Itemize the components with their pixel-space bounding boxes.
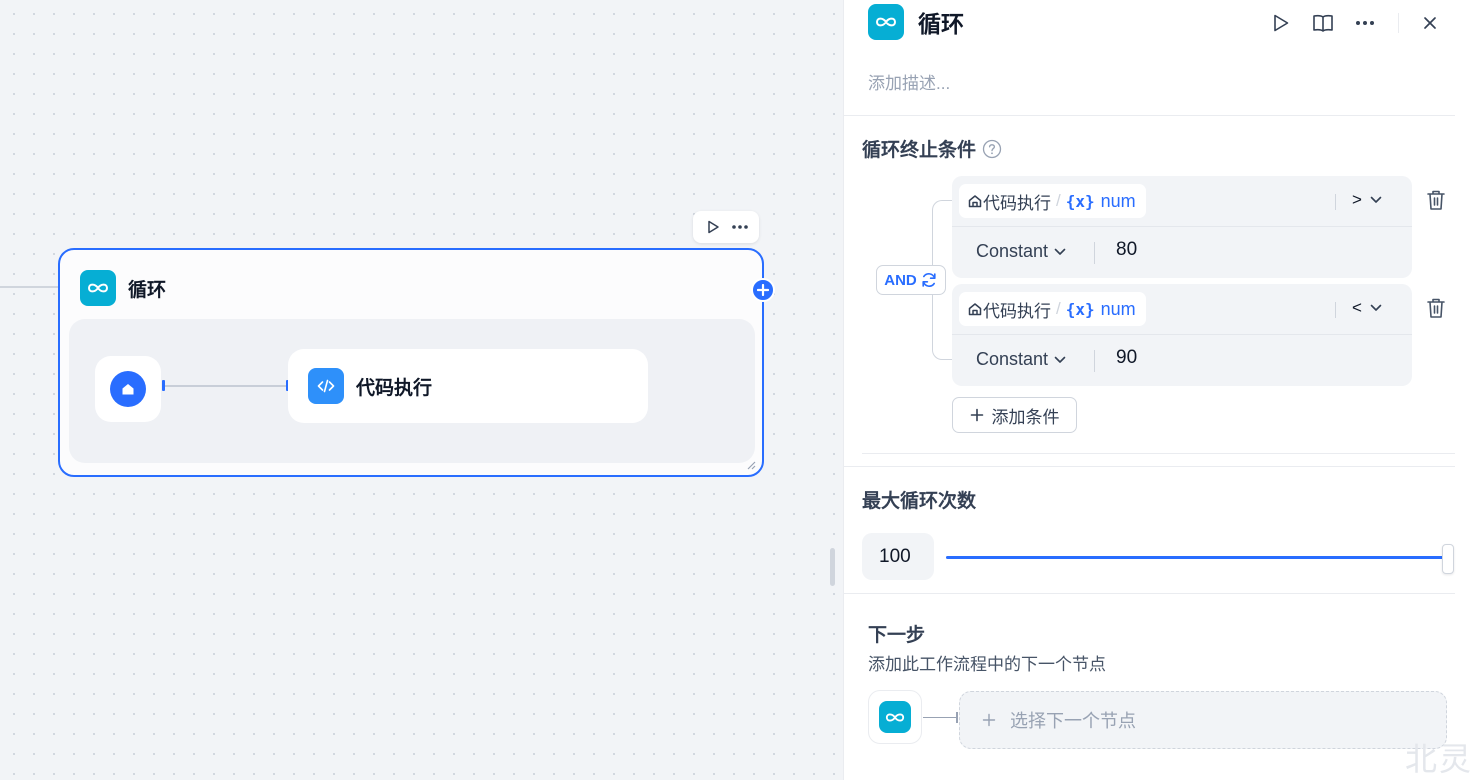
docs-book-icon[interactable]	[1310, 10, 1336, 36]
chevron-down-icon	[1054, 248, 1066, 256]
delete-condition-trash-icon[interactable]	[1425, 296, 1447, 320]
edge-source-handle[interactable]	[162, 380, 165, 391]
variable-selector[interactable]: 代码执行 / {x} num	[959, 292, 1146, 326]
incoming-edge	[0, 286, 60, 288]
value-type-select[interactable]: Constant	[976, 349, 1066, 370]
logic-operator-toggle[interactable]: AND	[876, 265, 946, 295]
chevron-down-icon	[1370, 196, 1382, 204]
operator-select[interactable]: >	[1352, 190, 1382, 210]
loop-node-title: 循环	[128, 279, 167, 301]
variable-type-icon: {x}	[1065, 299, 1095, 319]
code-exec-node[interactable]: 代码执行	[288, 349, 648, 423]
path-separator: /	[1056, 299, 1061, 318]
panel-resize-handle[interactable]	[830, 548, 835, 586]
close-icon[interactable]	[1417, 10, 1443, 36]
conditions-section-title: 循环终止条件	[862, 135, 1002, 162]
chevron-down-icon	[1370, 304, 1382, 312]
value-type-label: Constant	[976, 241, 1049, 261]
help-icon[interactable]	[982, 139, 1002, 159]
value-divider	[1094, 350, 1095, 372]
delete-condition-trash-icon[interactable]	[1425, 188, 1447, 212]
condition-right-operand: Constant 80	[952, 228, 1412, 278]
value-type-label: Constant	[976, 349, 1049, 369]
resize-grip-icon[interactable]	[744, 457, 756, 470]
run-play-icon[interactable]	[1268, 10, 1294, 36]
chevron-down-icon	[1054, 356, 1066, 364]
slider-thumb[interactable]	[1442, 544, 1454, 574]
divider	[844, 115, 1455, 116]
description-input[interactable]	[868, 72, 1428, 96]
divider	[844, 466, 1455, 467]
add-condition-label: 添加条件	[991, 407, 1060, 427]
condition-item: 代码执行 / {x} num > Constant 80	[952, 176, 1412, 278]
variable-selector[interactable]: 代码执行 / {x} num	[959, 184, 1146, 218]
condition-item: 代码执行 / {x} num < Constant 90	[952, 284, 1412, 386]
logic-operator-label: AND	[884, 271, 917, 289]
panel-header-actions	[1252, 10, 1443, 36]
variable-type-icon: {x}	[1065, 191, 1095, 211]
select-next-node-button[interactable]: 选择下一个节点	[959, 691, 1447, 749]
loop-node-header: 循环	[80, 270, 166, 306]
condition-value-input[interactable]: 90	[1116, 347, 1137, 369]
loop-icon	[879, 701, 911, 733]
plus-icon	[970, 408, 984, 422]
condition-left-operand: 代码执行 / {x} num <	[952, 284, 1412, 335]
node-more-icon[interactable]	[729, 216, 751, 238]
variable-name: num	[1100, 298, 1136, 319]
divider	[862, 453, 1455, 454]
value-type-select[interactable]: Constant	[976, 241, 1066, 262]
loop-icon	[868, 4, 904, 40]
code-exec-node-title: 代码执行	[356, 377, 433, 399]
plus-icon	[982, 713, 996, 727]
operator-divider	[1335, 194, 1336, 210]
code-icon	[308, 368, 344, 404]
more-icon[interactable]	[1352, 10, 1378, 36]
workflow-canvas[interactable]: 循环 代码执行	[0, 0, 843, 780]
panel-header: 循环	[868, 4, 964, 40]
condition-left-operand: 代码执行 / {x} num >	[952, 176, 1412, 227]
variable-node-name: 代码执行	[983, 193, 1051, 213]
variable-name: num	[1100, 190, 1136, 211]
header-divider	[1398, 13, 1399, 33]
next-connector-cap	[956, 712, 958, 723]
add-condition-button[interactable]: 添加条件	[952, 397, 1077, 433]
next-step-title: 下一步	[868, 625, 926, 646]
condition-right-operand: Constant 90	[952, 336, 1412, 386]
loop-node[interactable]: 循环 代码执行	[58, 248, 775, 477]
max-loop-input[interactable]: 100	[862, 533, 934, 580]
path-separator: /	[1056, 191, 1061, 210]
node-config-panel: 循环 循环终止条件 AND	[843, 0, 1473, 780]
select-next-node-label: 选择下一个节点	[1010, 711, 1136, 731]
loop-icon	[80, 270, 116, 306]
operator-value: >	[1352, 190, 1362, 209]
conditions-title: 循环终止条件	[862, 140, 977, 161]
condition-value-input[interactable]: 80	[1116, 239, 1137, 261]
home-icon	[110, 371, 146, 407]
divider	[844, 593, 1455, 594]
max-loop-title: 最大循环次数	[862, 491, 977, 512]
slider-fill	[946, 556, 1450, 559]
run-node-play-icon[interactable]	[702, 216, 724, 238]
node-toolbar	[693, 211, 759, 243]
panel-title[interactable]: 循环	[918, 5, 964, 39]
operator-divider	[1335, 302, 1336, 318]
operator-value: <	[1352, 298, 1362, 317]
loop-body-area[interactable]: 代码执行	[69, 319, 755, 463]
current-node-icon	[868, 690, 922, 744]
watermark: 北灵	[1404, 741, 1473, 777]
next-connector	[923, 717, 957, 718]
operator-select[interactable]: <	[1352, 298, 1382, 318]
loop-start-node[interactable]	[95, 356, 161, 422]
swap-icon	[920, 271, 938, 289]
inner-edge	[164, 385, 288, 387]
value-divider	[1094, 242, 1095, 264]
next-step-subtitle: 添加此工作流程中的下一个节点	[868, 655, 1106, 674]
variable-node-name: 代码执行	[983, 301, 1051, 321]
home-icon	[967, 193, 983, 209]
home-icon	[967, 301, 983, 317]
max-loop-slider[interactable]	[946, 556, 1450, 559]
add-next-node-plus-icon[interactable]	[751, 278, 775, 302]
